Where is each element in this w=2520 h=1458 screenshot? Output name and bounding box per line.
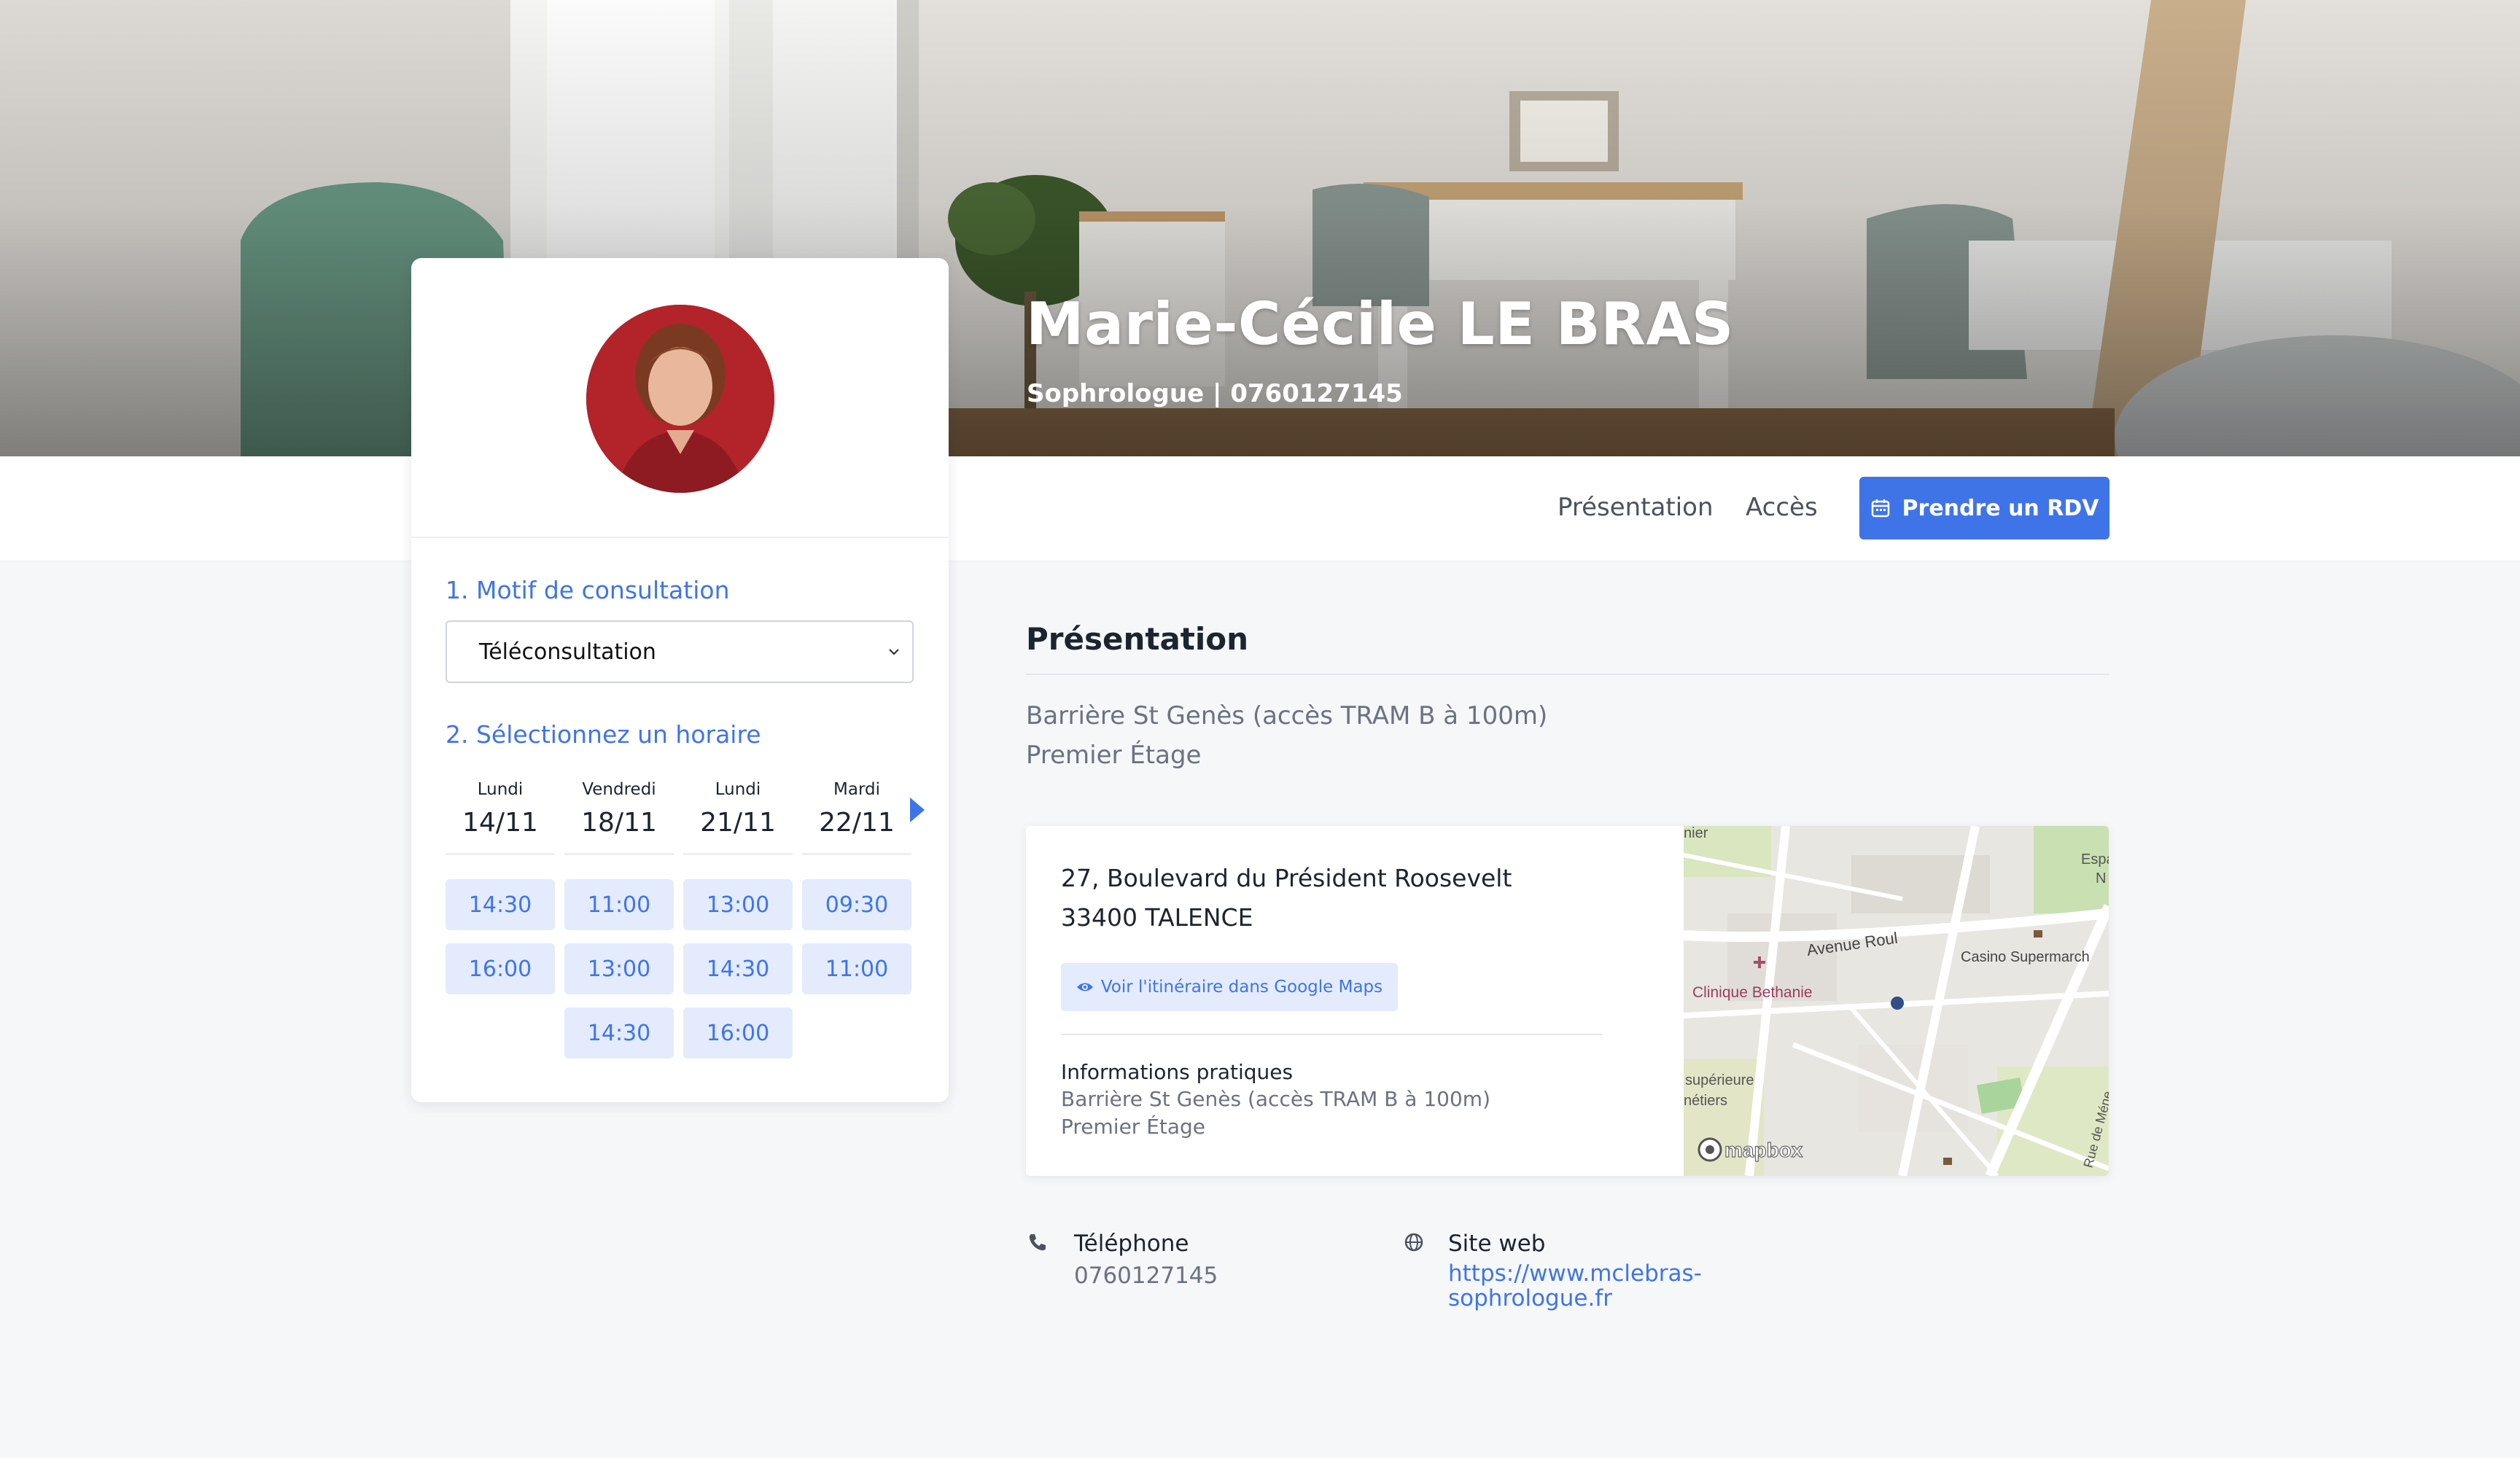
phone-label: Téléphone: [1074, 1231, 1189, 1257]
day-header: Vendredi 18/11: [564, 780, 674, 838]
address-city: 33400 TALENCE: [1061, 903, 1253, 932]
website-link-line: https://www.mclebras-: [1448, 1260, 1702, 1287]
day-underline: [446, 853, 555, 855]
day-name: Lundi: [477, 780, 524, 799]
map-label: nier: [1684, 826, 1708, 841]
practitioner-subtitle: Sophrologue | 0760127145: [1027, 379, 1403, 408]
nav-acces-link[interactable]: Accès: [1746, 493, 1818, 522]
map-label: nétiers: [1684, 1093, 1727, 1109]
google-maps-button[interactable]: Voir l'itinéraire dans Google Maps: [1061, 963, 1398, 1011]
location-map[interactable]: nier Espa N Avenue Roul Casino Supermarc…: [1684, 826, 2109, 1176]
time-slot[interactable]: 11:00: [802, 943, 911, 994]
time-slot[interactable]: 16:00: [446, 943, 555, 994]
time-slot[interactable]: 14:30: [564, 1007, 674, 1059]
day-date: 18/11: [581, 808, 657, 838]
book-appointment-label: Prendre un RDV: [1902, 495, 2099, 521]
address-divider: [1061, 1034, 1602, 1035]
map-label: supérieure: [1685, 1072, 1754, 1088]
consultation-motif-select[interactable]: Téléconsultation: [446, 620, 914, 683]
time-slot[interactable]: 13:00: [564, 943, 674, 994]
day-name: Vendredi: [582, 780, 656, 799]
day-name: Lundi: [715, 780, 761, 799]
address-street: 27, Boulevard du Président Roosevelt: [1061, 864, 1512, 892]
day-underline: [564, 853, 674, 855]
step1-title: 1. Motif de consultation: [446, 576, 730, 604]
calendar-icon: [1871, 499, 1889, 518]
website-link-line: sophrologue.fr: [1448, 1285, 1612, 1311]
section-divider: [1026, 674, 2109, 675]
presentation-heading: Présentation: [1026, 621, 1249, 657]
chevron-down-icon: [889, 649, 899, 655]
presentation-text: Premier Étage: [1026, 741, 1202, 770]
map-label: Clinique Bethanie: [1692, 984, 1813, 1001]
practical-info-title: Informations pratiques: [1061, 1060, 1294, 1084]
address-card: 27, Boulevard du Président Roosevelt 334…: [1026, 826, 2109, 1176]
day-date: 21/11: [700, 808, 776, 838]
time-slot[interactable]: 16:00: [683, 1007, 793, 1059]
map-label: Espa: [2081, 851, 2109, 868]
motif-selected-value: Téléconsultation: [479, 639, 656, 665]
practical-info-line: Premier Étage: [1061, 1115, 1206, 1139]
practitioner-name: Marie-Cécile LE BRAS: [1026, 290, 1734, 358]
nav-presentation-link[interactable]: Présentation: [1558, 493, 1714, 522]
day-header: Mardi 22/11: [802, 780, 911, 838]
hero-banner: Marie-Cécile LE BRAS Sophrologue | 07601…: [0, 0, 2520, 456]
presentation-text: Barrière St Genès (accès TRAM B à 100m): [1026, 701, 1548, 730]
practical-info-line: Barrière St Genès (accès TRAM B à 100m): [1061, 1087, 1490, 1111]
mapbox-logo: mapbox: [1724, 1139, 1803, 1161]
map-label: N: [2096, 870, 2106, 886]
time-slot[interactable]: 14:30: [446, 879, 555, 930]
day-header: Lundi 14/11: [446, 780, 555, 838]
day-date: 14/11: [462, 808, 538, 838]
eye-icon: [1076, 983, 1093, 991]
card-divider: [411, 537, 949, 538]
day-name: Mardi: [833, 780, 880, 799]
next-days-arrow-icon[interactable]: [909, 796, 926, 824]
google-maps-label: Voir l'itinéraire dans Google Maps: [1100, 978, 1383, 997]
avatar: [586, 305, 774, 493]
time-slot[interactable]: 11:00: [564, 879, 674, 930]
day-header: Lundi 21/11: [683, 780, 793, 838]
step2-title: 2. Sélectionnez un horaire: [446, 720, 761, 749]
book-appointment-button[interactable]: Prendre un RDV: [1859, 477, 2109, 539]
day-date: 22/11: [819, 808, 895, 838]
day-underline: [683, 853, 793, 855]
time-slot[interactable]: 09:30: [802, 879, 911, 930]
day-underline: [802, 853, 911, 855]
globe-icon: [1404, 1233, 1423, 1252]
website-link[interactable]: https://www.mclebras- sophrologue.fr: [1448, 1261, 1740, 1311]
time-slot[interactable]: 14:30: [683, 943, 793, 994]
booking-card: 1. Motif de consultation Téléconsultatio…: [411, 258, 949, 1102]
phone-value[interactable]: 0760127145: [1074, 1263, 1218, 1289]
profile-navbar: Présentation Accès Prendre un RDV: [0, 456, 2520, 561]
website-label: Site web: [1448, 1231, 1546, 1257]
phone-icon: [1029, 1234, 1046, 1251]
map-label: Casino Supermarch: [1961, 949, 2090, 965]
time-slot[interactable]: 13:00: [683, 879, 793, 930]
